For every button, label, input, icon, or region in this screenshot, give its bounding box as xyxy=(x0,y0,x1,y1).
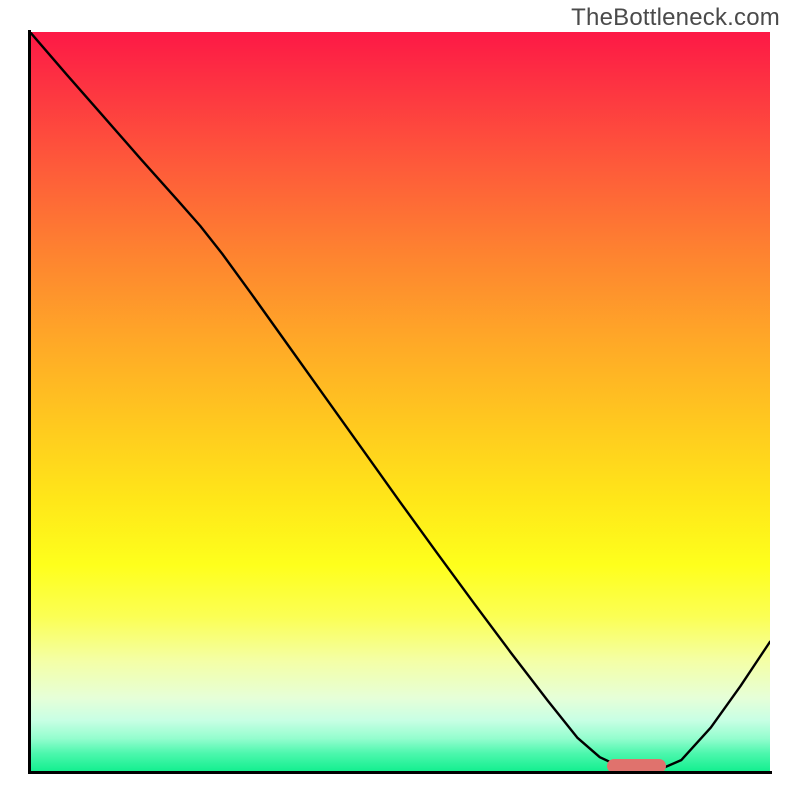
watermark-text: TheBottleneck.com xyxy=(571,4,780,32)
y-axis xyxy=(28,30,31,774)
x-axis xyxy=(28,771,772,774)
chart-background xyxy=(30,32,770,772)
